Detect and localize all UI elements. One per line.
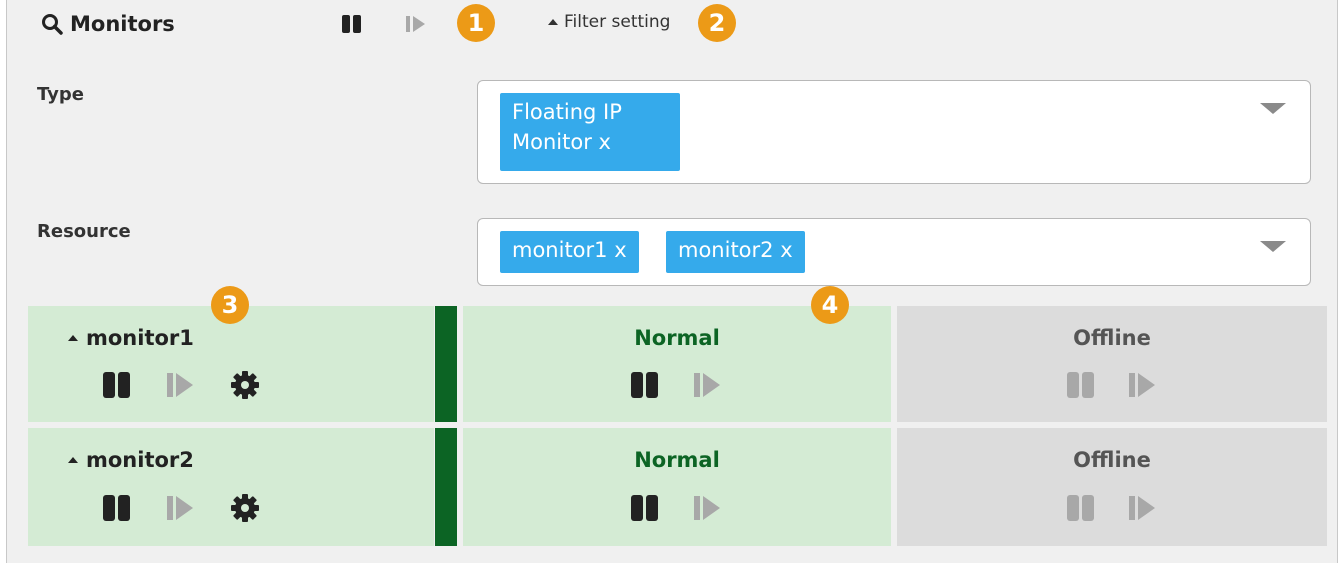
- triangle-up-icon: [68, 335, 78, 341]
- type-tag-line1: Floating IP: [512, 100, 622, 124]
- resume-button: [1129, 496, 1155, 520]
- chevron-down-icon[interactable]: [1260, 241, 1286, 252]
- resource-tag-monitor2[interactable]: monitor2 x: [666, 231, 805, 273]
- triangle-up-icon: [68, 457, 78, 463]
- server-status-cell: Offline: [897, 428, 1327, 546]
- type-tag-floating-ip-monitor[interactable]: Floating IP Monitor x: [500, 93, 680, 171]
- resume-button: [1129, 373, 1155, 397]
- pause-button[interactable]: [630, 371, 660, 399]
- server-status-cell: Offline: [897, 306, 1327, 422]
- callout-1: 1: [457, 4, 495, 42]
- pause-button[interactable]: [102, 494, 132, 522]
- status-text: Normal: [634, 448, 720, 472]
- resume-button[interactable]: [692, 494, 722, 522]
- callout-3: 3: [211, 286, 249, 324]
- pause-all-button[interactable]: [341, 13, 363, 35]
- type-tag-line2: Monitor x: [512, 130, 611, 154]
- status-color-bar: [435, 428, 457, 546]
- triangle-up-icon: [548, 19, 558, 25]
- panel-title-text: Monitors: [70, 12, 175, 36]
- monitor-name: monitor2: [86, 448, 194, 472]
- monitor-toggle[interactable]: monitor1: [68, 326, 194, 350]
- chevron-down-icon[interactable]: [1260, 103, 1286, 114]
- type-label: Type: [37, 84, 84, 105]
- resume-button[interactable]: [165, 371, 195, 399]
- monitor-row-name-cell: monitor2: [28, 428, 434, 546]
- resume-button[interactable]: [692, 371, 722, 399]
- search-icon: [42, 14, 63, 35]
- monitor-status-cell: Normal: [463, 428, 891, 546]
- panel-title: Monitors: [41, 12, 175, 36]
- monitor-toggle[interactable]: monitor2: [68, 448, 194, 472]
- server-status-text: Offline: [1073, 448, 1151, 472]
- pause-button: [1067, 372, 1094, 398]
- resource-tag-monitor1[interactable]: monitor1 x: [500, 231, 639, 273]
- monitors-panel: Monitors 1 Filter setting 2 Type Floatin…: [6, 0, 1338, 563]
- filter-setting-toggle[interactable]: Filter setting: [548, 12, 670, 32]
- resource-label: Resource: [37, 221, 131, 242]
- monitor-name: monitor1: [86, 326, 194, 350]
- pause-button: [1067, 495, 1094, 521]
- status-color-bar: [435, 306, 457, 422]
- pause-button[interactable]: [630, 494, 660, 522]
- gear-icon[interactable]: [229, 492, 261, 524]
- filter-setting-label: Filter setting: [564, 12, 671, 32]
- callout-2: 2: [698, 4, 736, 42]
- gear-icon[interactable]: [229, 369, 261, 401]
- resume-all-button[interactable]: [405, 13, 427, 35]
- pause-button[interactable]: [102, 371, 132, 399]
- resume-button[interactable]: [165, 494, 195, 522]
- type-select[interactable]: Floating IP Monitor x: [477, 80, 1311, 184]
- server-status-text: Offline: [1073, 326, 1151, 350]
- callout-4: 4: [811, 286, 849, 324]
- resource-select[interactable]: monitor1 x monitor2 x: [477, 218, 1311, 286]
- status-text: Normal: [634, 326, 720, 350]
